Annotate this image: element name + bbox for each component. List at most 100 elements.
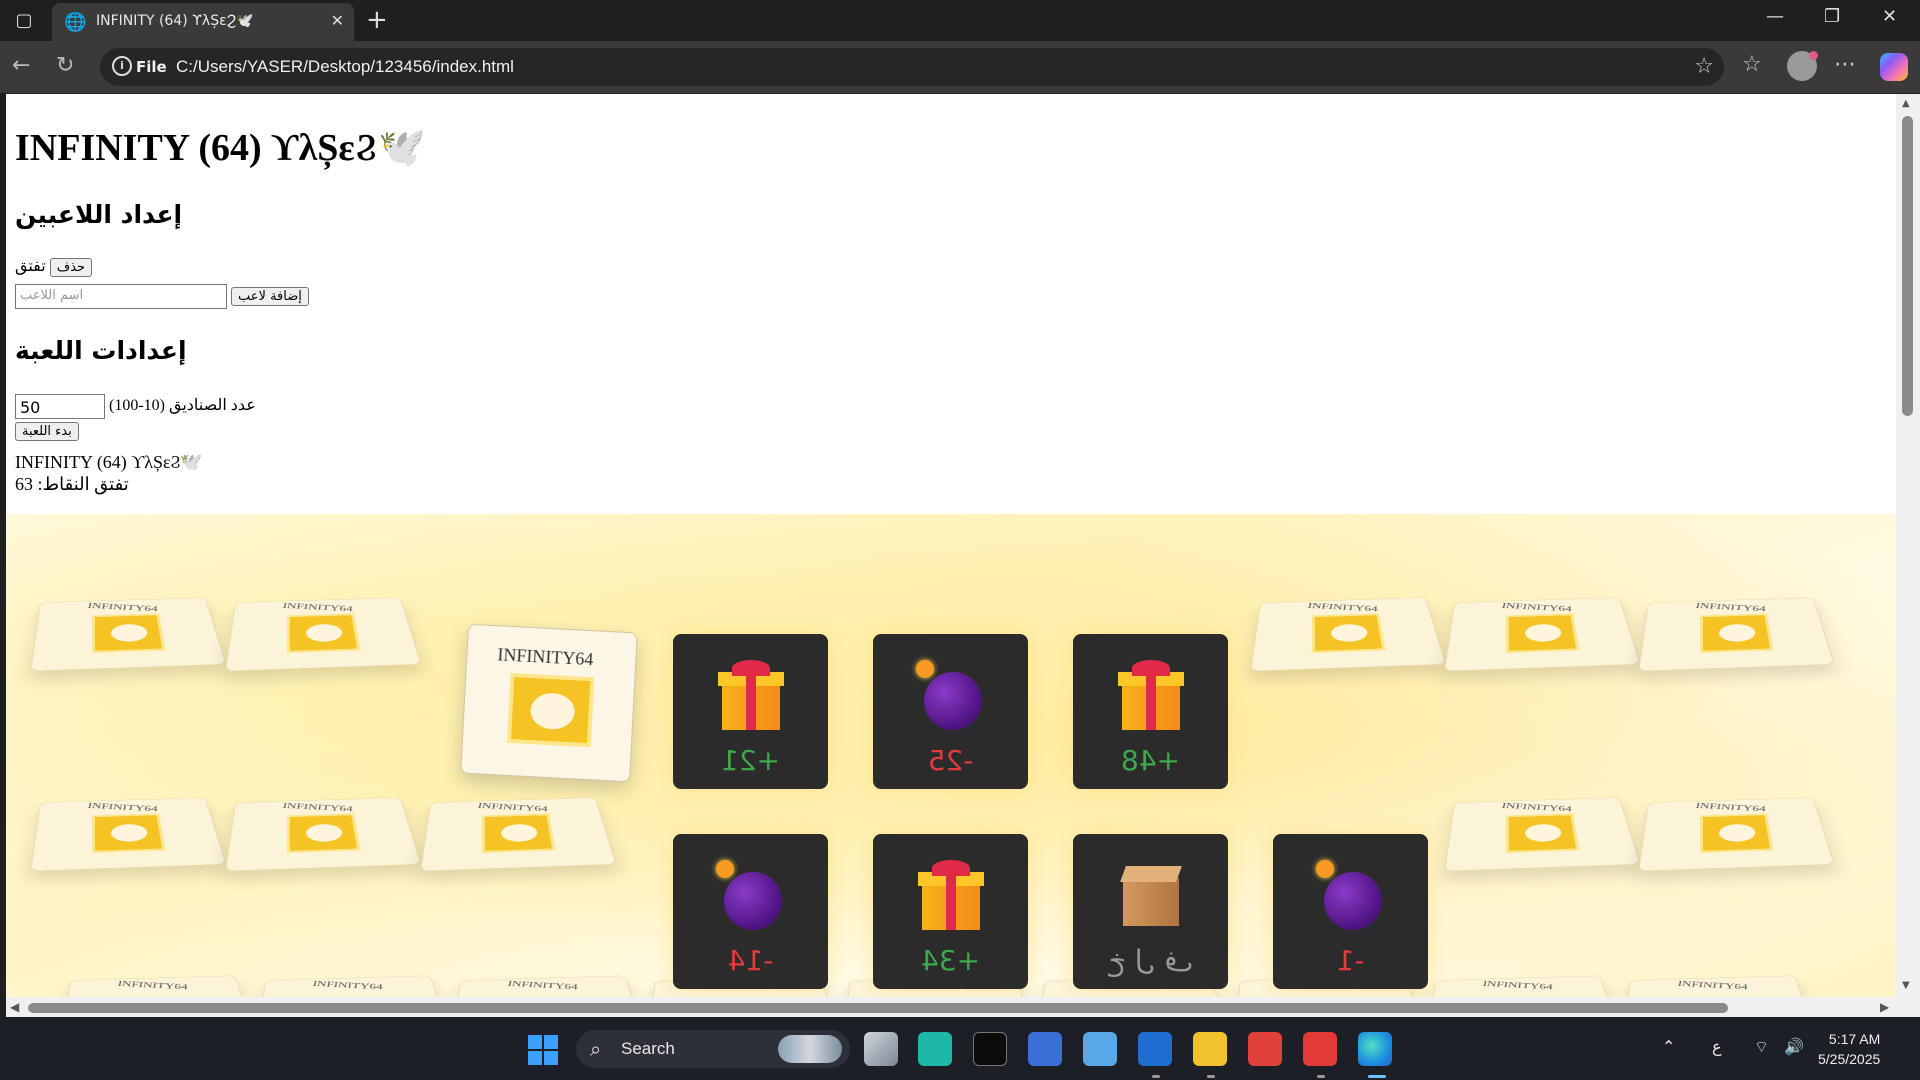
input-language[interactable]: ع bbox=[1712, 1037, 1722, 1056]
score-row: تفتق النقاط: 63 bbox=[15, 474, 129, 495]
face-down-card[interactable]: INFINITY64 bbox=[419, 797, 617, 872]
player-row: تفتق حذف bbox=[15, 256, 93, 277]
taskbar-search[interactable]: ⌕ Search bbox=[576, 1030, 850, 1068]
face-down-card[interactable]: INFINITY64 bbox=[1443, 597, 1641, 672]
boxes-count-input[interactable]: 50 bbox=[15, 394, 105, 419]
app-icon[interactable] bbox=[918, 1032, 952, 1066]
clock-time: 5:17 AM bbox=[1828, 1031, 1881, 1047]
wifi-icon[interactable]: ⌔ bbox=[1754, 1037, 1769, 1057]
minimize-icon[interactable]: — bbox=[1766, 6, 1784, 27]
card-value: خ ل ف bbox=[1107, 944, 1194, 977]
scroll-corner bbox=[1896, 997, 1920, 1017]
plus-icon[interactable]: + bbox=[366, 5, 388, 35]
page-viewport: INFINITY (64) ϒλȘεϨ🕊️ إعداد اللاعبين تفت… bbox=[6, 94, 1896, 997]
card-art bbox=[91, 813, 166, 853]
bomb-icon bbox=[715, 860, 786, 930]
scroll-right-icon[interactable]: ▶ bbox=[1880, 1000, 1889, 1014]
package-icon bbox=[1117, 860, 1185, 928]
terminal-icon[interactable] bbox=[973, 1032, 1007, 1066]
close-window-icon[interactable]: ✕ bbox=[1882, 6, 1897, 27]
add-player-button[interactable]: إضافة لاعب bbox=[231, 287, 309, 306]
system-clock[interactable]: 5:17 AM 5/25/2025 bbox=[1818, 1029, 1880, 1069]
search-label: Search bbox=[621, 1039, 675, 1058]
sidebar-toggle-icon[interactable]: ▢ bbox=[10, 8, 38, 34]
task-view-icon[interactable] bbox=[864, 1032, 898, 1066]
close-icon[interactable]: ✕ bbox=[331, 11, 344, 30]
revealed-card: +34 bbox=[873, 834, 1028, 989]
start-row: بدء اللعبة bbox=[15, 422, 79, 441]
face-down-card[interactable]: INFINITY64 bbox=[29, 597, 227, 672]
remote-desktop-icon[interactable] bbox=[1028, 1032, 1062, 1066]
current-player-title: INFINITY (64) ϒλȘεϨ🕊️ bbox=[15, 452, 203, 472]
gift-icon bbox=[917, 860, 984, 930]
chevron-up-icon[interactable]: ⌃ bbox=[1662, 1037, 1675, 1056]
revealed-card: -25 bbox=[873, 634, 1028, 789]
more-icon[interactable]: ⋯ bbox=[1834, 52, 1856, 77]
back-icon[interactable]: ← bbox=[12, 53, 30, 79]
revealed-card: -1 bbox=[1273, 834, 1428, 989]
address-bar[interactable]: i File C:/Users/YASER/Desktop/123456/ind… bbox=[100, 48, 1724, 86]
file-explorer-icon[interactable] bbox=[1193, 1032, 1227, 1066]
face-down-card-flipping[interactable]: INFINITY64 bbox=[460, 623, 638, 783]
card-art bbox=[1311, 613, 1386, 653]
star-icon[interactable]: ☆ bbox=[1694, 54, 1714, 79]
edge-icon[interactable] bbox=[1358, 1032, 1392, 1066]
scroll-left-icon[interactable]: ◀ bbox=[10, 1000, 19, 1014]
face-down-card[interactable]: INFINITY64 bbox=[29, 797, 227, 872]
card-value: -14 bbox=[727, 944, 774, 977]
app-red-icon[interactable] bbox=[1303, 1032, 1337, 1066]
scroll-down-icon[interactable]: ▼ bbox=[1902, 980, 1910, 991]
face-down-card[interactable]: INFINITY64 bbox=[1637, 597, 1835, 672]
face-down-card[interactable]: INFINITY64 bbox=[1443, 797, 1641, 872]
photos-icon[interactable] bbox=[1138, 1032, 1172, 1066]
revealed-card: +21 bbox=[673, 634, 828, 789]
add-player-row: اسم اللاعب إضافة لاعب bbox=[15, 284, 309, 309]
taskbar: ⌕ Search ⌃ ع ⌔ 🔊 5:17 AM 5/25/2025 bbox=[0, 1017, 1920, 1080]
card-art bbox=[481, 813, 556, 853]
face-down-card[interactable]: INFINITY64 bbox=[224, 597, 422, 672]
card-art bbox=[1699, 613, 1774, 653]
card-art bbox=[1699, 813, 1774, 853]
profile-icon[interactable] bbox=[1787, 51, 1818, 81]
scroll-up-icon[interactable]: ▲ bbox=[1902, 98, 1910, 109]
card-art bbox=[506, 672, 595, 748]
browser-toolbar: ← ↻ i File C:/Users/YASER/Desktop/123456… bbox=[0, 41, 1920, 93]
vertical-scrollbar[interactable]: ▲ ▼ bbox=[1896, 94, 1920, 997]
start-game-button[interactable]: بدء اللعبة bbox=[15, 422, 79, 441]
scroll-thumb[interactable] bbox=[1902, 116, 1913, 416]
player-name: تفتق bbox=[15, 258, 46, 275]
face-down-card[interactable]: INFINITY64 bbox=[1637, 797, 1835, 872]
bomb-icon bbox=[1315, 860, 1386, 930]
horizontal-scrollbar[interactable]: ◀ ▶ bbox=[6, 997, 1896, 1017]
gift-icon bbox=[1117, 660, 1184, 730]
info-icon[interactable]: i bbox=[112, 56, 132, 76]
bomb-icon bbox=[915, 660, 986, 730]
url-text[interactable]: C:/Users/YASER/Desktop/123456/index.html bbox=[176, 57, 514, 77]
card-art bbox=[1505, 613, 1580, 653]
volume-icon[interactable]: 🔊 bbox=[1784, 1037, 1804, 1056]
player-name-input[interactable]: اسم اللاعب bbox=[15, 284, 227, 309]
revealed-card: -14 bbox=[673, 834, 828, 989]
players-heading: إعداد اللاعبين bbox=[15, 200, 183, 229]
notepad-icon[interactable] bbox=[1083, 1032, 1117, 1066]
favorites-icon[interactable]: ☆ bbox=[1742, 52, 1762, 77]
face-down-card[interactable]: INFINITY64 bbox=[1249, 597, 1447, 672]
tab-bar: ▢ 🌐 INFINITY (64) ϒλȘεϨ🕊️ ✕ + — ❐ ✕ bbox=[0, 0, 1920, 41]
card-art bbox=[286, 613, 361, 653]
url-scheme-chip[interactable]: File bbox=[136, 58, 167, 76]
restore-icon[interactable]: ❐ bbox=[1824, 6, 1840, 27]
globe-icon: 🌐 bbox=[64, 12, 87, 33]
card-art bbox=[286, 813, 361, 853]
settings-heading: إعدادات اللعبة bbox=[15, 336, 187, 365]
windows-start-icon[interactable] bbox=[528, 1035, 558, 1065]
face-down-card[interactable]: INFINITY64 bbox=[224, 797, 422, 872]
tab-title: INFINITY (64) ϒλȘεϨ🕊️ bbox=[96, 13, 254, 29]
browser-tab[interactable]: 🌐 INFINITY (64) ϒλȘεϨ🕊️ ✕ bbox=[52, 3, 354, 41]
anydesk-icon[interactable] bbox=[1248, 1032, 1282, 1066]
refresh-icon[interactable]: ↻ bbox=[56, 53, 74, 79]
delete-player-button[interactable]: حذف bbox=[49, 257, 93, 277]
gift-icon bbox=[717, 660, 784, 730]
score-value: 63 bbox=[15, 474, 33, 494]
scroll-thumb[interactable] bbox=[28, 1003, 1728, 1013]
copilot-icon[interactable] bbox=[1880, 53, 1908, 81]
